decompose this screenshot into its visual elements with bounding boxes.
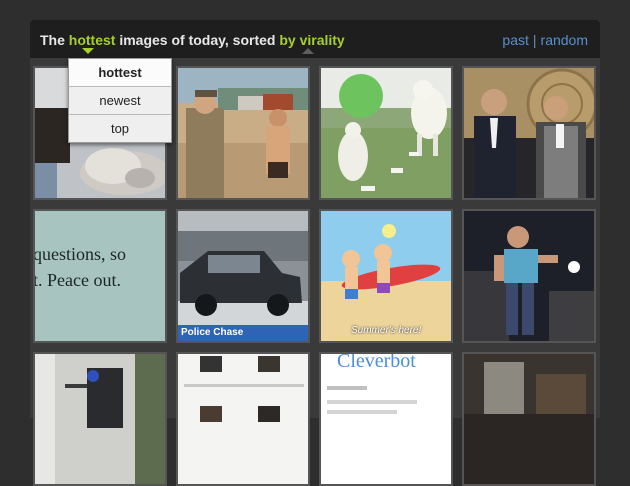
chevron-up-icon[interactable] — [302, 48, 314, 54]
past-link[interactable]: past — [502, 32, 528, 48]
headline-middle: images of today, sorted — [115, 32, 280, 48]
sort-option-top[interactable]: top — [69, 115, 171, 142]
summer-caption: Summer's here! — [351, 325, 422, 336]
questions-line-2: t. Peace out. — [33, 270, 121, 290]
questions-text: questions, so t. Peace out. — [33, 241, 127, 293]
un-meeting-image — [464, 68, 594, 198]
portraits-image — [178, 354, 308, 484]
image-tile-dalek[interactable] — [33, 352, 167, 486]
summer-image — [321, 211, 451, 341]
dalek-image — [35, 354, 165, 484]
nav-links: past | random — [502, 32, 588, 48]
image-tile-cleverbot[interactable]: Cleverbot — [319, 352, 453, 486]
sort-option-newest[interactable]: newest — [69, 87, 171, 115]
image-tile-llamas[interactable] — [319, 66, 453, 200]
top-bar: The hottest images of today, sorted by v… — [30, 20, 600, 58]
sort-option-hottest[interactable]: hottest — [69, 59, 171, 87]
image-tile-girl[interactable] — [462, 209, 596, 343]
image-tile-room[interactable] — [462, 352, 596, 486]
llamas-image — [321, 68, 451, 198]
soldier-image — [178, 68, 308, 198]
sort-dropdown: hottest newest top — [68, 58, 172, 143]
image-tile-un-meeting[interactable] — [462, 66, 596, 200]
virality-sort-trigger[interactable]: by virality — [279, 32, 344, 48]
sort-dropdown-trigger[interactable]: hottest — [69, 32, 116, 48]
image-tile-soldier[interactable] — [176, 66, 310, 200]
nav-separator: | — [532, 32, 537, 48]
chevron-down-icon[interactable] — [82, 48, 94, 54]
cleverbot-logo: Cleverbot — [337, 352, 416, 372]
image-tile-questions[interactable]: questions, so t. Peace out. — [33, 209, 167, 343]
headline-prefix: The — [40, 32, 69, 48]
cleverbot-image — [321, 354, 451, 484]
room-image — [464, 354, 594, 484]
random-link[interactable]: random — [541, 32, 588, 48]
image-tile-portraits[interactable] — [176, 352, 310, 486]
police-chase-caption: Police Chase — [181, 327, 244, 338]
police-chase-image — [178, 211, 308, 341]
image-tile-summer[interactable]: Summer's here! — [319, 209, 453, 343]
questions-line-1: questions, so — [33, 244, 127, 264]
girl-image — [464, 211, 594, 341]
image-tile-police-chase[interactable]: Police Chase — [176, 209, 310, 343]
page-headline: The hottest images of today, sorted by v… — [40, 32, 345, 48]
